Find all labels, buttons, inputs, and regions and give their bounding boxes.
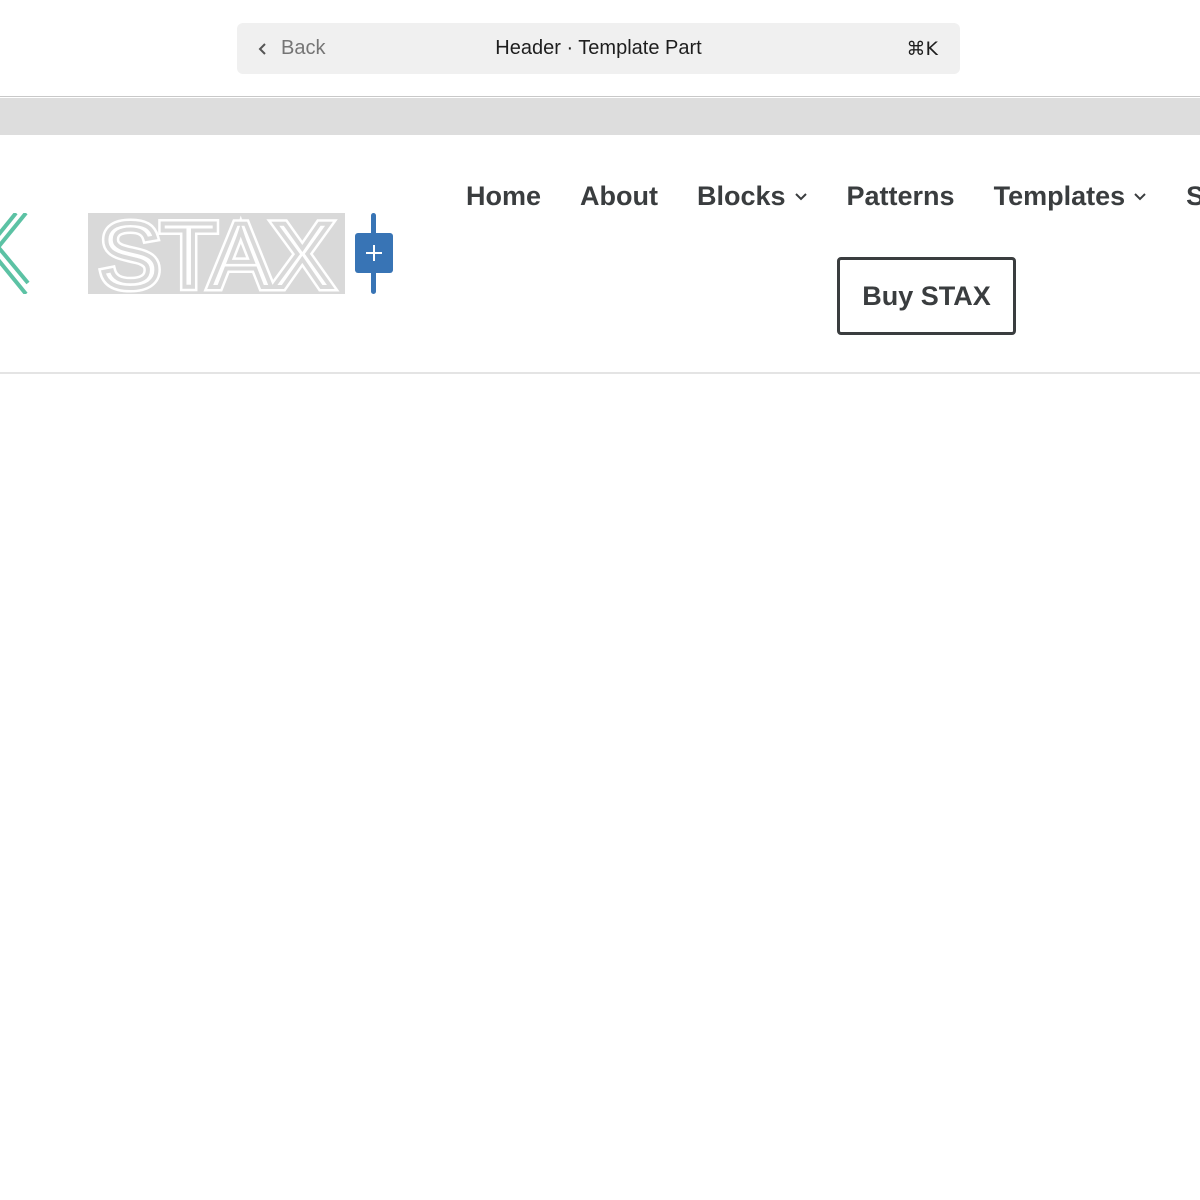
- nav-item-about[interactable]: About: [580, 179, 658, 213]
- back-button[interactable]: Back: [257, 23, 325, 74]
- plus-icon[interactable]: [355, 233, 393, 273]
- editor-top-bar: Back Header · Template Part ⌘K: [0, 0, 1200, 97]
- nav-item-label: Sh: [1186, 181, 1200, 212]
- nav-item-templates[interactable]: Templates: [994, 179, 1148, 213]
- chevron-down-icon[interactable]: [1133, 191, 1147, 201]
- buy-button-label: Buy STAX: [862, 280, 991, 311]
- command-center[interactable]: Back Header · Template Part ⌘K: [237, 23, 960, 74]
- canvas-top-strip: [0, 98, 1200, 135]
- nav-item-patterns[interactable]: Patterns: [847, 179, 955, 213]
- nav-item-shop-partial[interactable]: Sh: [1186, 179, 1200, 213]
- site-title-text-inner: STAX: [99, 213, 332, 294]
- block-inserter[interactable]: [355, 213, 393, 294]
- back-label: Back: [281, 37, 326, 59]
- nav-item-label: Templates: [993, 180, 1126, 211]
- command-center-title: Header · Template Part: [495, 37, 702, 59]
- nav-item-blocks[interactable]: Blocks: [697, 179, 808, 213]
- buy-stax-button[interactable]: Buy STAX: [837, 257, 1016, 335]
- stax-x-logo-icon[interactable]: [0, 211, 32, 299]
- site-title[interactable]: STAX STAX: [88, 213, 345, 294]
- nav-item-label: About: [580, 180, 658, 211]
- nav-item-label: Patterns: [846, 180, 955, 211]
- chevron-down-icon[interactable]: [794, 191, 808, 201]
- chevron-left-icon: [257, 41, 269, 57]
- keyboard-shortcut-hint: ⌘K: [906, 37, 938, 60]
- header-template-part[interactable]: STAX STAX Home About Blocks Patterns Tem…: [0, 135, 1200, 374]
- nav-item-label: Home: [466, 180, 542, 211]
- nav-item-label: Blocks: [696, 180, 786, 211]
- nav-item-home[interactable]: Home: [466, 179, 541, 213]
- navigation-menu: Home About Blocks Patterns Templates: [466, 179, 1200, 213]
